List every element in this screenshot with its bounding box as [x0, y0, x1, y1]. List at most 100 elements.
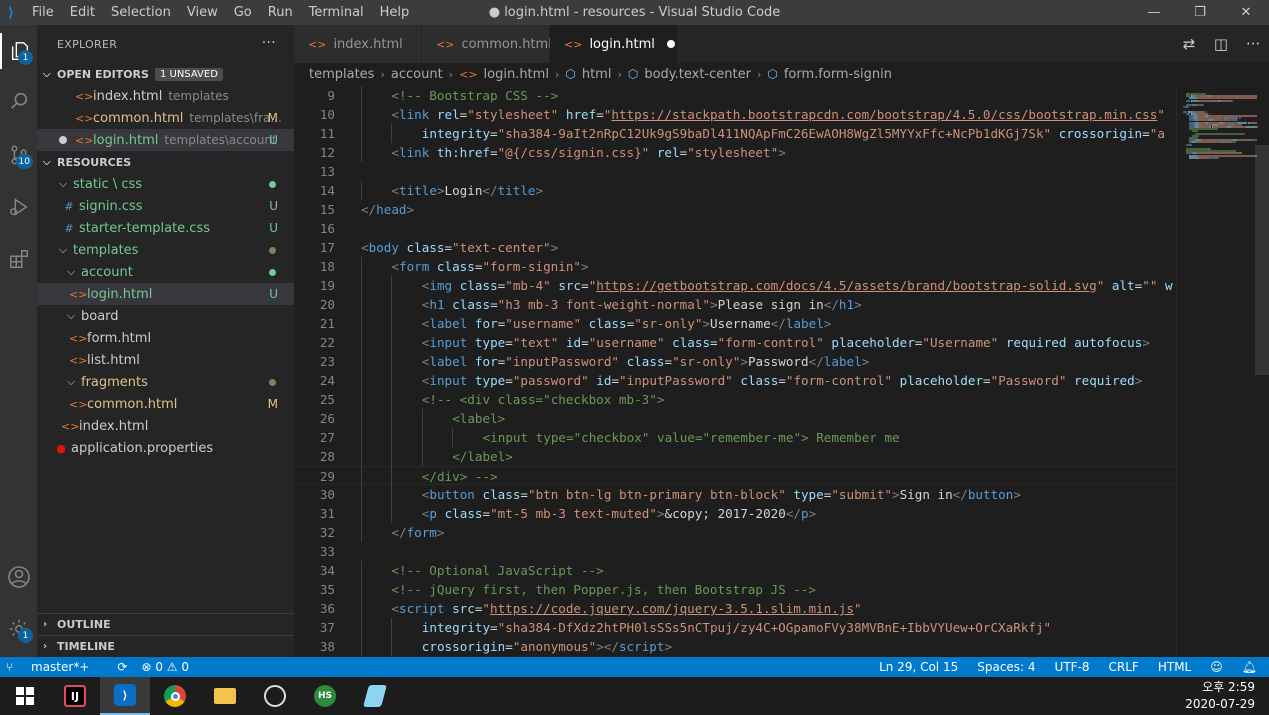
code-line[interactable]: 26 <label>	[294, 409, 1176, 428]
code-line[interactable]: 37 integrity="sha384-DfXdz2htPH0lsSSs5nCT…	[294, 618, 1176, 637]
code-line[interactable]: 30 <button class="btn btn-lg btn-primary …	[294, 485, 1176, 504]
tab-common-html[interactable]: <> common.html	[422, 25, 552, 63]
breadcrumb-item[interactable]: login.html	[484, 67, 549, 82]
resources-section[interactable]: ⌵ RESOURCES	[37, 151, 294, 173]
code-line[interactable]: 21 <label for="username" class="sr-only">…	[294, 314, 1176, 333]
chrome-taskbar-icon[interactable]	[150, 677, 200, 715]
tree-folder[interactable]: ⌵ fragments	[37, 371, 294, 393]
scrollbar-thumb[interactable]	[1255, 145, 1269, 375]
minimize-icon[interactable]: —	[1131, 0, 1177, 25]
code-line[interactable]: 31 <p class="mt-5 mb-3 text-muted">&copy;…	[294, 504, 1176, 523]
code-line[interactable]: 16	[294, 219, 1176, 238]
menu-run[interactable]: Run	[260, 0, 301, 25]
code-line[interactable]: 12 <link th:href="@{/css/signin.css}" rel…	[294, 143, 1176, 162]
extensions-icon[interactable]	[0, 241, 37, 277]
code-line[interactable]: 28 </label>	[294, 447, 1176, 466]
code-line[interactable]: 11 integrity="sha384-9aIt2nRpC12Uk9gS9baD…	[294, 124, 1176, 143]
timeline-section[interactable]: › TIMELINE	[37, 635, 294, 657]
hs-taskbar-icon[interactable]: HS	[300, 677, 350, 715]
menu-view[interactable]: View	[179, 0, 226, 25]
vscode-taskbar-icon[interactable]: ⟩	[100, 677, 150, 715]
code-line[interactable]: 13	[294, 162, 1176, 181]
more-actions-icon[interactable]: ···	[262, 35, 276, 51]
code-line[interactable]: 34 <!-- Optional JavaScript -->	[294, 561, 1176, 580]
tree-file[interactable]: <> form.html	[37, 327, 294, 349]
settings-gear-icon[interactable]: 1	[0, 611, 37, 647]
code-line[interactable]: 20 <h1 class="h3 mb-3 font-weight-normal"…	[294, 295, 1176, 314]
minimap[interactable]	[1176, 85, 1269, 657]
code-editor[interactable]: 9 <!-- Bootstrap CSS --> 10 <link rel="styl…	[294, 85, 1176, 657]
split-editor-icon[interactable]: ◫	[1205, 35, 1237, 53]
tree-folder[interactable]: ⌵ account	[37, 261, 294, 283]
run-debug-icon[interactable]	[0, 189, 37, 225]
explorer-icon[interactable]: 1	[0, 33, 37, 69]
code-line[interactable]: 38 crossorigin="anonymous"></script>	[294, 637, 1176, 656]
menu-help[interactable]: Help	[372, 0, 418, 25]
encoding[interactable]: UTF-8	[1055, 660, 1090, 674]
restore-icon[interactable]: ❐	[1177, 0, 1223, 25]
notepad-taskbar-icon[interactable]	[350, 677, 400, 715]
code-line[interactable]: 23 <label for="inputPassword" class="sr-o…	[294, 352, 1176, 371]
notifications-bell-icon[interactable]: 🔔︎	[1242, 660, 1257, 674]
more-actions-icon[interactable]: ···	[1237, 35, 1269, 53]
code-line[interactable]: 29 </div> -->	[294, 466, 1176, 485]
app-taskbar-icon[interactable]	[250, 677, 300, 715]
search-icon[interactable]	[0, 83, 37, 119]
code-line[interactable]: 17 <body class="text-center">	[294, 238, 1176, 257]
branch-indicator[interactable]: ⑂ master*+	[6, 660, 103, 674]
close-icon[interactable]: ✕	[1223, 0, 1269, 25]
unsaved-dot-icon[interactable]	[59, 136, 67, 144]
tree-file[interactable]: # signin.css U	[37, 195, 294, 217]
code-line[interactable]: 10 <link rel="stylesheet" href="https://s…	[294, 105, 1176, 124]
menu-edit[interactable]: Edit	[62, 0, 103, 25]
open-changes-icon[interactable]: ⇄	[1173, 35, 1205, 53]
menu-terminal[interactable]: Terminal	[301, 0, 372, 25]
windows-start-icon[interactable]	[0, 677, 50, 715]
tree-folder[interactable]: ⌵ static \ css	[37, 173, 294, 195]
language-mode[interactable]: HTML	[1158, 660, 1191, 674]
end-of-line[interactable]: CRLF	[1109, 660, 1139, 674]
code-line[interactable]: 35 <!-- jQuery first, then Popper.js, the…	[294, 580, 1176, 599]
menu-go[interactable]: Go	[226, 0, 260, 25]
open-editor-item[interactable]: <> index.html templates	[37, 85, 294, 107]
breadcrumb-item[interactable]: body.text-center	[644, 67, 751, 82]
open-editor-item[interactable]: <> login.html templates\account U	[37, 129, 294, 151]
code-line[interactable]: 27 <input type="checkbox" value="remember…	[294, 428, 1176, 447]
breadcrumb-item[interactable]: html	[582, 67, 612, 82]
tree-folder[interactable]: ⌵ templates	[37, 239, 294, 261]
breadcrumb-item[interactable]: form.form-signin	[784, 67, 892, 82]
account-icon[interactable]	[0, 559, 37, 595]
code-line[interactable]: 15 </head>	[294, 200, 1176, 219]
tree-file[interactable]: # starter-template.css U	[37, 217, 294, 239]
tree-file[interactable]: ● application.properties	[37, 437, 294, 459]
code-line[interactable]: 32 </form>	[294, 523, 1176, 542]
tab-index-html[interactable]: <> index.html	[294, 25, 422, 63]
feedback-icon[interactable]: ☺	[1210, 660, 1223, 674]
code-line[interactable]: 36 <script src="https://code.jquery.com/j…	[294, 599, 1176, 618]
tree-folder[interactable]: ⌵ board	[37, 305, 294, 327]
code-line[interactable]: 14 <title>Login</title>	[294, 181, 1176, 200]
tree-file[interactable]: <> index.html	[37, 415, 294, 437]
breadcrumb-item[interactable]: account	[391, 67, 443, 82]
cursor-position[interactable]: Ln 29, Col 15	[879, 660, 958, 674]
code-line[interactable]: 19 <img class="mb-4" src="https://getboot…	[294, 276, 1176, 295]
file-explorer-taskbar-icon[interactable]	[200, 677, 250, 715]
tab-login-html[interactable]: <> login.html	[550, 25, 678, 63]
problems-indicator[interactable]: ⊗ 0 ⚠ 0	[141, 660, 189, 674]
tree-file[interactable]: <> login.html U	[37, 283, 294, 305]
menu-selection[interactable]: Selection	[103, 0, 179, 25]
outline-section[interactable]: › OUTLINE	[37, 613, 294, 635]
source-control-icon[interactable]: 10	[0, 137, 37, 173]
taskbar-clock[interactable]: 오후 2:59 2020-07-29	[1185, 679, 1255, 713]
code-line[interactable]: 18 <form class="form-signin">	[294, 257, 1176, 276]
tree-file[interactable]: <> common.html M	[37, 393, 294, 415]
code-line[interactable]: 9 <!-- Bootstrap CSS -->	[294, 86, 1176, 105]
open-editor-item[interactable]: <> common.html templates\fra... M	[37, 107, 294, 129]
breadcrumb-item[interactable]: templates	[309, 67, 374, 82]
intellij-taskbar-icon[interactable]: IJ	[50, 677, 100, 715]
sync-icon[interactable]: ⟳	[117, 660, 127, 674]
code-line[interactable]: 25 <!-- <div class="checkbox mb-3">	[294, 390, 1176, 409]
code-line[interactable]: 22 <input type="text" id="username" class…	[294, 333, 1176, 352]
menu-file[interactable]: File	[24, 0, 62, 25]
unsaved-dot-icon[interactable]	[666, 40, 675, 48]
